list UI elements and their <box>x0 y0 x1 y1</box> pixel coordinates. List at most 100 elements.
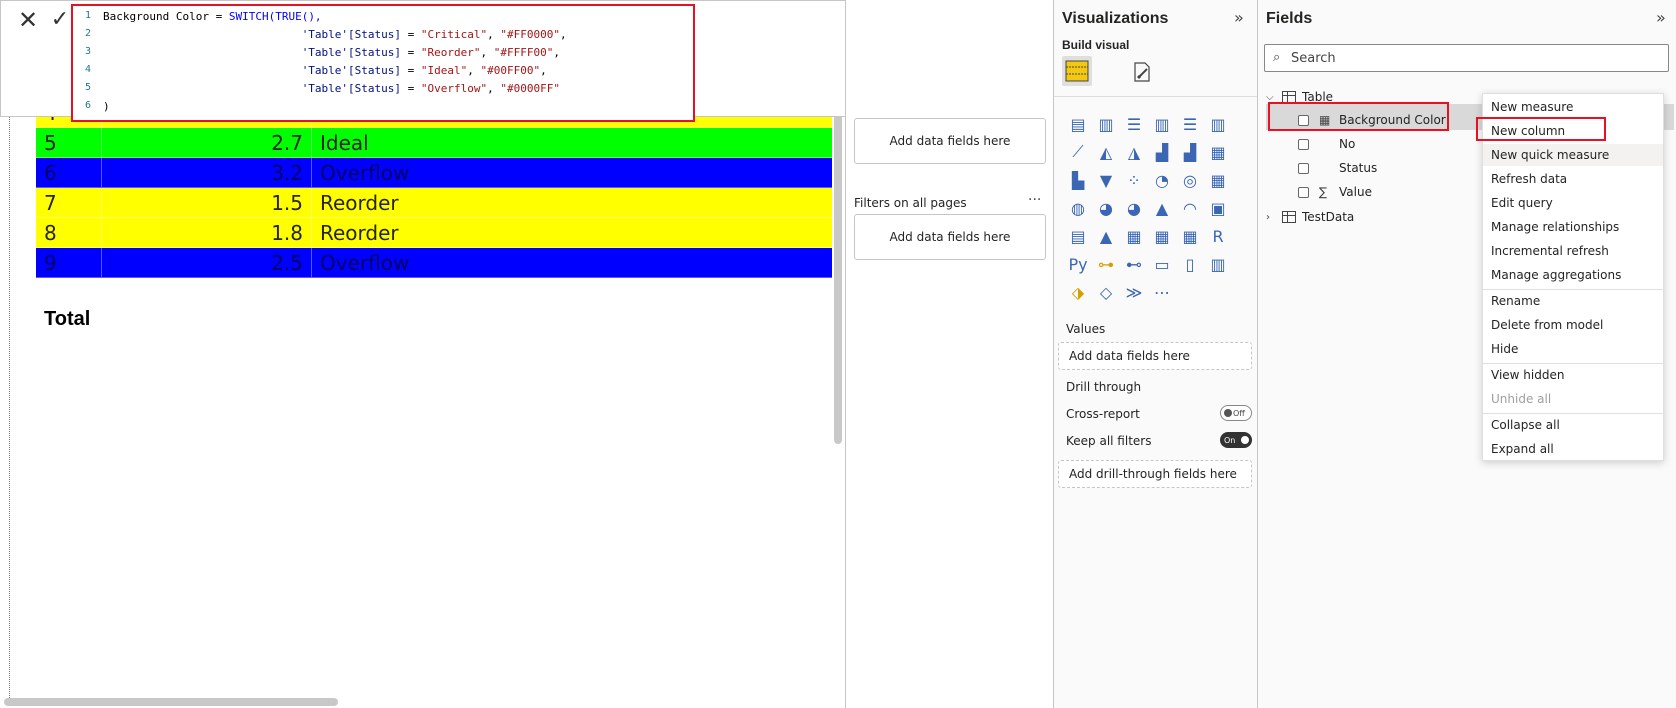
table-row[interactable]: 6 3.2 Overflow <box>36 158 832 188</box>
cancel-formula-button[interactable]: ✕ <box>15 8 41 32</box>
azure-map-icon[interactable]: ▲ <box>1148 194 1176 222</box>
chevron-down-icon[interactable]: ⌵ <box>1266 92 1278 103</box>
formula-token: "Reorder" <box>420 46 481 59</box>
matrix-icon[interactable]: ▦ <box>1176 222 1204 250</box>
visualizations-pane: Visualizations » Build visual ▤ ▥ ☰ ▥ ☰ ▥ ⟋ ◭ ◮ ▟… <box>1053 0 1258 708</box>
menu-item-delete-from-model[interactable]: Delete from model <box>1483 314 1663 336</box>
menu-item-collapse-all[interactable]: Collapse all <box>1483 414 1663 436</box>
format-visual-button[interactable] <box>1128 58 1156 86</box>
table-row[interactable]: 8 1.8 Reorder <box>36 218 832 248</box>
menu-item-new-measure[interactable]: New measure <box>1483 96 1663 118</box>
menu-item-manage-relationships[interactable]: Manage relationships <box>1483 216 1663 238</box>
donut-chart-icon[interactable]: ◎ <box>1176 166 1204 194</box>
filter-add-fields-box[interactable]: Add data fields here <box>854 118 1046 164</box>
table-row[interactable]: 5 2.7 Ideal <box>36 128 832 158</box>
qa-icon[interactable]: ▭ <box>1148 250 1176 278</box>
paginated-report-icon[interactable]: ▥ <box>1204 250 1232 278</box>
line-number: 1 <box>85 10 92 21</box>
multi-row-card-icon[interactable]: ▤ <box>1064 222 1092 250</box>
dax-formula-editor[interactable]: 1 Background Color = SWITCH(TRUE(), 2 'Tab… <box>71 4 695 122</box>
background-color-field-highlight <box>1268 102 1449 131</box>
table-icon[interactable]: ▦ <box>1148 222 1176 250</box>
paintbrush-page-icon <box>1134 62 1150 82</box>
kpi-icon[interactable]: ▲ <box>1092 222 1120 250</box>
menu-item-expand-all[interactable]: Expand all <box>1483 438 1663 460</box>
menu-item-new-quick-measure[interactable]: New quick measure <box>1483 144 1663 166</box>
field-item[interactable]: ∑ Value <box>1298 181 1372 203</box>
formula-token: , <box>487 82 501 95</box>
card-icon[interactable]: ▣ <box>1204 194 1232 222</box>
menu-item-refresh-data[interactable]: Refresh data <box>1483 168 1663 190</box>
menu-item-manage-aggregations[interactable]: Manage aggregations <box>1483 264 1663 286</box>
slicer-icon[interactable]: ▦ <box>1120 222 1148 250</box>
commit-formula-button[interactable]: ✓ <box>47 8 73 32</box>
formula-token: , <box>560 28 567 41</box>
smart-narrative-icon[interactable]: ▯ <box>1176 250 1204 278</box>
waterfall-icon[interactable]: ▙ <box>1064 166 1092 194</box>
field-checkbox[interactable] <box>1298 186 1309 198</box>
filters-more-options-button[interactable]: ··· <box>1028 192 1041 208</box>
clustered-column-icon[interactable]: ▥ <box>1148 110 1176 138</box>
gauge-icon[interactable]: ◠ <box>1176 194 1204 222</box>
collapse-fields-icon[interactable]: » <box>1656 8 1666 27</box>
metrics-icon[interactable]: ≫ <box>1120 278 1148 306</box>
formula-token <box>103 46 302 59</box>
power-automate-icon[interactable]: ◇ <box>1092 278 1120 306</box>
shape-map-icon[interactable]: ◕ <box>1120 194 1148 222</box>
line-chart-icon[interactable]: ⟋ <box>1064 138 1092 166</box>
cell-no: 8 <box>36 218 102 247</box>
menu-item-hide[interactable]: Hide <box>1483 338 1663 360</box>
field-item[interactable]: Status <box>1298 157 1377 179</box>
values-add-fields-box[interactable]: Add data fields here <box>1058 342 1252 370</box>
power-apps-icon[interactable]: ⬗ <box>1064 278 1092 306</box>
stacked-area-icon[interactable]: ◮ <box>1120 138 1148 166</box>
build-visual-button[interactable] <box>1062 56 1092 86</box>
table-visual-icon <box>1065 60 1089 82</box>
menu-item-view-hidden[interactable]: View hidden <box>1483 364 1663 386</box>
drill-through-add-box[interactable]: Add drill-through fields here <box>1058 460 1252 488</box>
field-name: No <box>1339 137 1356 151</box>
formula-token: , <box>487 28 501 41</box>
scatter-icon[interactable]: ⁘ <box>1120 166 1148 194</box>
table-row[interactable]: 7 1.5 Reorder <box>36 188 832 218</box>
stacked-bar-icon[interactable]: ▤ <box>1064 110 1092 138</box>
ribbon-chart-icon[interactable]: ▦ <box>1204 138 1232 166</box>
cross-report-toggle[interactable]: Off <box>1220 405 1252 421</box>
stacked-column-icon[interactable]: ▥ <box>1092 110 1120 138</box>
chevron-right-icon[interactable]: › <box>1266 212 1278 223</box>
menu-item-incremental-refresh[interactable]: Incremental refresh <box>1483 240 1663 262</box>
r-visual-icon[interactable]: R <box>1204 222 1232 250</box>
key-influencers-icon[interactable]: ⊶ <box>1092 250 1120 278</box>
100-column-icon[interactable]: ▥ <box>1204 110 1232 138</box>
line-clustered-icon[interactable]: ▟ <box>1176 138 1204 166</box>
fields-search-input[interactable] <box>1291 48 1661 68</box>
menu-item-rename[interactable]: Rename <box>1483 290 1663 312</box>
field-item[interactable]: No <box>1298 133 1355 155</box>
clustered-bar-icon[interactable]: ☰ <box>1120 110 1148 138</box>
collapse-visualizations-icon[interactable]: » <box>1234 8 1244 27</box>
funnel-icon[interactable]: ▼ <box>1092 166 1120 194</box>
formula-token: "Overflow" <box>420 82 488 95</box>
treemap-icon[interactable]: ▦ <box>1204 166 1232 194</box>
formula-token: SWITCH(TRUE(), <box>228 10 322 23</box>
area-chart-icon[interactable]: ◭ <box>1092 138 1120 166</box>
menu-item-edit-query[interactable]: Edit query <box>1483 192 1663 214</box>
decomposition-tree-icon[interactable]: ⊷ <box>1120 250 1148 278</box>
table-total-label: Total <box>44 308 91 330</box>
line-column-icon[interactable]: ▟ <box>1148 138 1176 166</box>
field-checkbox[interactable] <box>1298 138 1309 150</box>
table-node[interactable]: › TestData <box>1266 206 1354 228</box>
100-bar-icon[interactable]: ☰ <box>1176 110 1204 138</box>
table-icon <box>1282 211 1296 223</box>
filter-all-pages-add-box[interactable]: Add data fields here <box>854 214 1046 260</box>
field-checkbox[interactable] <box>1298 162 1309 174</box>
horizontal-scrollbar[interactable] <box>4 698 338 706</box>
map-icon[interactable]: ◍ <box>1064 194 1092 222</box>
more-visuals-icon[interactable]: ⋯ <box>1148 278 1176 306</box>
pie-chart-icon[interactable]: ◔ <box>1148 166 1176 194</box>
filled-map-icon[interactable]: ◕ <box>1092 194 1120 222</box>
table-row[interactable]: 9 2.5 Overflow <box>36 248 832 278</box>
keep-all-filters-toggle[interactable]: On <box>1220 432 1252 448</box>
python-visual-icon[interactable]: Py <box>1064 250 1092 278</box>
sigma-icon: ∑ <box>1319 185 1328 199</box>
